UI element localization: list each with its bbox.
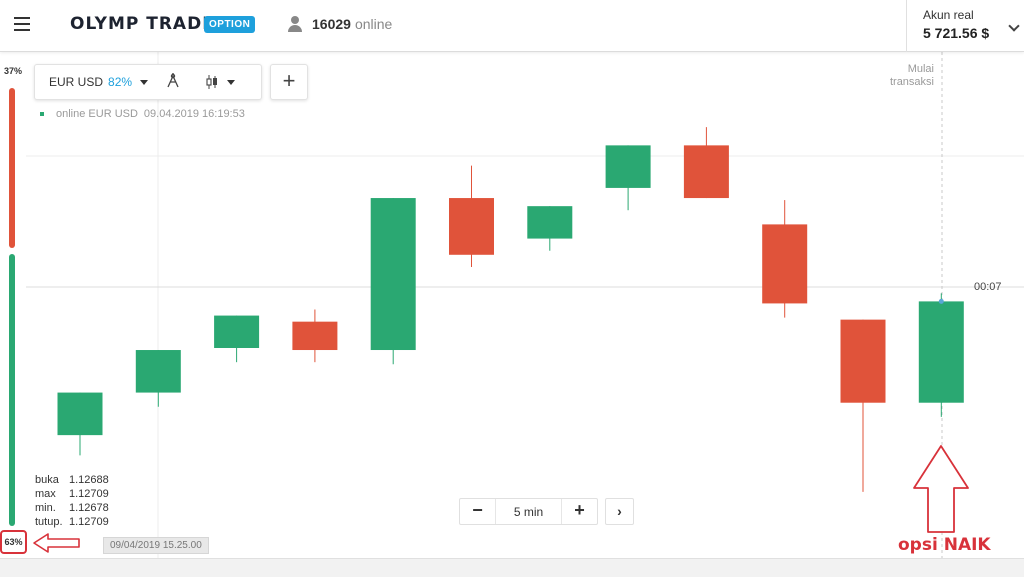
bottom-strip (0, 558, 1024, 577)
trade-start-label: Mulai transaksi (889, 63, 934, 88)
candle-body (683, 145, 729, 199)
candle-body (840, 319, 886, 403)
sentiment-up-pct: 63% (0, 530, 27, 554)
candle-body (918, 301, 964, 403)
timeframe-value[interactable]: 5 min (496, 505, 561, 519)
date-badge: 09/04/2019 15.25.00 (103, 537, 209, 554)
candlestick-chart (26, 52, 1024, 558)
zoom-out-button[interactable]: − (460, 499, 496, 524)
top-bar: OLYMP TRADE OPTION 16029 online Akun rea… (0, 0, 1024, 52)
candle-body (135, 350, 181, 393)
zoom-in-button[interactable]: + (561, 499, 597, 524)
account-selector[interactable]: Akun real 5 721.56 $ (906, 0, 1024, 52)
user-icon (288, 16, 302, 32)
asset-selector[interactable]: EUR USD 82% (35, 75, 155, 89)
candle-body (449, 198, 494, 255)
candles-layer (57, 127, 964, 492)
online-count: 16029 (312, 16, 351, 32)
candle-body (214, 315, 260, 348)
brand-logo: OLYMP TRADE (70, 14, 215, 34)
ohlc-panel: buka 1.12688 max 1.12709 min. 1.12678 tutup… (35, 473, 109, 529)
ohlc-row-close: tutup. 1.12709 (35, 516, 109, 528)
countdown-timer: 00:07 (974, 281, 1002, 293)
online-label: online (354, 16, 393, 32)
live-indicator-icon (40, 112, 44, 116)
ohlc-row-open: buka 1.12688 (35, 474, 109, 486)
candle-body (605, 145, 651, 188)
chart-toolbar: EUR USD 82% (34, 64, 262, 100)
price-chart[interactable] (26, 52, 1024, 558)
live-quote-info: online EUR USD 09.04.2019 16:19:53 (40, 108, 245, 120)
account-type-label: Akun real (923, 8, 974, 22)
online-users: 16029 online (288, 16, 392, 32)
candle-body (762, 224, 808, 304)
add-chart-button[interactable]: + (270, 64, 308, 100)
asset-name: EUR USD (49, 75, 104, 89)
ohlc-row-low: min. 1.12678 (35, 502, 109, 514)
sentiment-bar (9, 88, 15, 526)
asset-payout: 82% (108, 75, 133, 89)
up-arrow-icon (913, 445, 969, 533)
trading-app: OLYMP TRADE OPTION 16029 online Akun rea… (0, 0, 1024, 577)
sentiment-down-fill (9, 88, 15, 248)
ohlc-row-high: max 1.12709 (35, 488, 109, 500)
live-timestamp: 09.04.2019 16:19:53 (143, 108, 245, 120)
candle-body (292, 321, 338, 351)
scroll-forward-button[interactable]: › (605, 498, 634, 525)
sentiment-down-pct: 37% (3, 66, 22, 76)
candle-body (57, 392, 103, 436)
caret-down-icon (140, 79, 149, 85)
call-option-label: opsi NAIK (898, 535, 991, 555)
candle-body (370, 198, 416, 351)
chart-type-button[interactable] (205, 74, 235, 90)
drawing-tools-button[interactable] (155, 72, 191, 93)
caret-down-icon (227, 79, 235, 85)
chart-grid (26, 52, 1024, 558)
timeframe-control: − 5 min + (459, 498, 598, 525)
sentiment-up-fill (9, 254, 15, 526)
current-price-dot (938, 298, 944, 304)
option-badge: OPTION (204, 16, 256, 33)
candles-icon (206, 75, 217, 89)
hamburger-menu-icon[interactable] (14, 17, 32, 33)
candle-body (527, 206, 573, 239)
live-label: online EUR USD (56, 108, 138, 120)
compass-icon (167, 72, 179, 87)
